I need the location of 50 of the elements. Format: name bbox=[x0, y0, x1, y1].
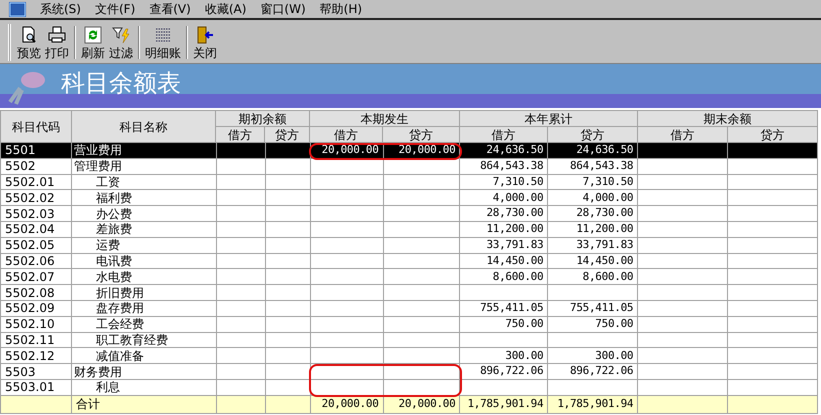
column-header: 贷方 bbox=[383, 127, 460, 143]
table-row[interactable]: 5502.01 工资 7,310.50 7,310.50 bbox=[1, 174, 818, 190]
table-row[interactable]: 5502.03 办公费 28,730.00 28,730.00 bbox=[1, 206, 818, 222]
column-group-header: 本期发生 bbox=[310, 111, 460, 127]
table-cell: 20,000.00 bbox=[384, 396, 460, 414]
table-cell: 1,785,901.94 bbox=[460, 396, 548, 414]
table-row[interactable]: 5502.09 盘存费用 755,411.05 755,411.05 bbox=[1, 300, 818, 317]
table-cell: 20,000.00 bbox=[310, 396, 384, 414]
table-cell: 合计 bbox=[72, 396, 217, 414]
table-row[interactable]: 5502.04 差旅费 11,200.00 11,200.00 bbox=[1, 222, 818, 238]
toolbar-button[interactable]: 预览 bbox=[15, 22, 43, 63]
page-magnifier-icon bbox=[20, 26, 38, 44]
exit-door-icon bbox=[196, 26, 214, 44]
toolbar-button[interactable]: 过滤 bbox=[107, 22, 135, 63]
refresh-icon bbox=[84, 26, 102, 44]
toolbar-button[interactable]: 明细账 bbox=[143, 22, 183, 63]
table-cell bbox=[266, 396, 311, 414]
table-row[interactable]: 5503 财务费用 896,722.06 896,722.06 bbox=[1, 364, 818, 380]
toolbar-button[interactable]: 刷新 bbox=[79, 22, 107, 63]
table-row[interactable]: 5501 营业费用 20,000.00 20,000.00 24,636.50 24,636.50 bbox=[1, 143, 818, 159]
menu-item[interactable]: 窗口(W) bbox=[260, 0, 306, 18]
table-row[interactable]: 5502.10 工会经费 750.00 750.00 bbox=[1, 316, 818, 333]
column-group-header: 期初余额 bbox=[216, 111, 310, 127]
app-logo-icon bbox=[9, 2, 26, 16]
table-cell: 20,000.00 bbox=[310, 143, 384, 159]
toolbar-button[interactable]: 打印 bbox=[43, 22, 71, 63]
grid-icon bbox=[154, 26, 172, 44]
menu-item[interactable]: 帮助(H) bbox=[320, 0, 362, 18]
table-row[interactable]: 5502.02 福利费 4,000.00 4,000.00 bbox=[1, 190, 818, 206]
menu-item[interactable]: 收藏(A) bbox=[204, 0, 246, 18]
printer-icon bbox=[48, 26, 66, 44]
table-row[interactable]: 5502.08 折旧费用 bbox=[1, 285, 818, 301]
table-row[interactable]: 5502.11 职工教育经费 bbox=[1, 332, 818, 348]
table-row[interactable]: 5502.05 运费 33,791.83 33,791.83 bbox=[1, 238, 818, 254]
toolbar-button[interactable]: 关闭 bbox=[191, 22, 219, 63]
column-header: 借方 bbox=[310, 127, 383, 143]
table-cell: 1,785,901.94 bbox=[548, 396, 638, 414]
funnel-lightning-icon bbox=[112, 26, 130, 44]
column-group-header: 期末余额 bbox=[638, 111, 818, 127]
menu-item[interactable]: 系统(S) bbox=[40, 0, 81, 18]
table-row[interactable]: 5502 管理费用 864,543.38 864,543.38 bbox=[1, 158, 818, 175]
report-title: 科目余额表 bbox=[61, 68, 181, 99]
table-row[interactable]: 5503.01 利息 bbox=[1, 380, 818, 396]
table-cell bbox=[216, 396, 266, 414]
table-row[interactable]: 5502.07 水电费 8,600.00 8,600.00 bbox=[1, 269, 818, 286]
menu-item[interactable]: 文件(F) bbox=[94, 0, 136, 18]
column-group-header: 本年累计 bbox=[460, 111, 638, 127]
menu-item[interactable]: 查看(V) bbox=[149, 0, 191, 18]
table-row[interactable]: 5502.12 减值准备 300.00 300.00 bbox=[1, 348, 818, 364]
table-row[interactable]: 5502.06 电讯费 14,450.00 14,450.00 bbox=[1, 254, 818, 270]
